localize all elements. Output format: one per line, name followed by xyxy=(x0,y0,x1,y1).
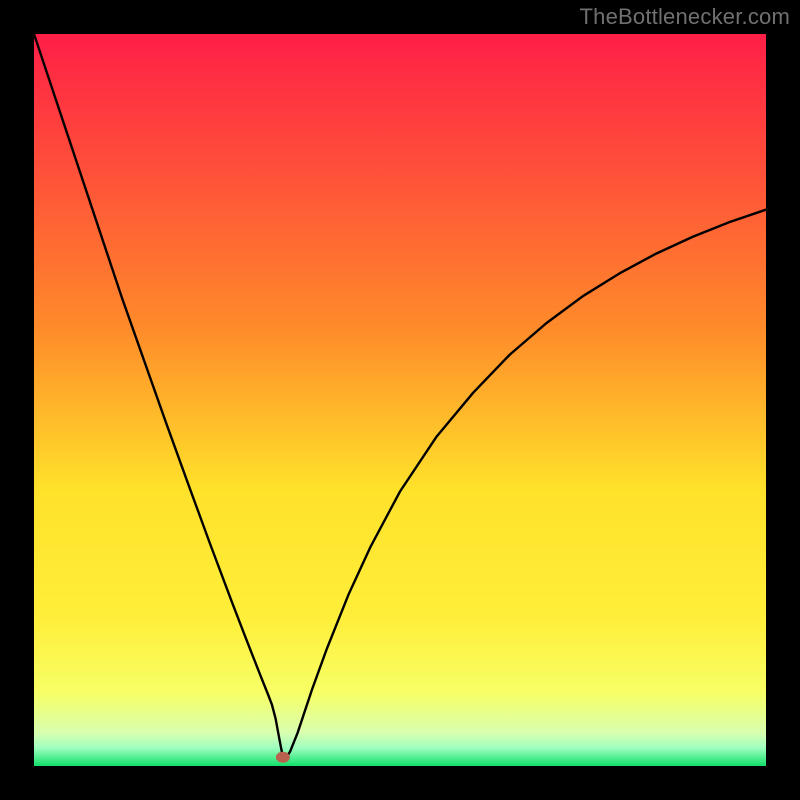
plot-svg xyxy=(34,34,766,766)
gradient-background xyxy=(34,34,766,766)
optimal-marker xyxy=(276,752,290,763)
plot-area xyxy=(34,34,766,766)
chart-frame: TheBottlenecker.com xyxy=(0,0,800,800)
watermark-text: TheBottlenecker.com xyxy=(580,4,790,30)
